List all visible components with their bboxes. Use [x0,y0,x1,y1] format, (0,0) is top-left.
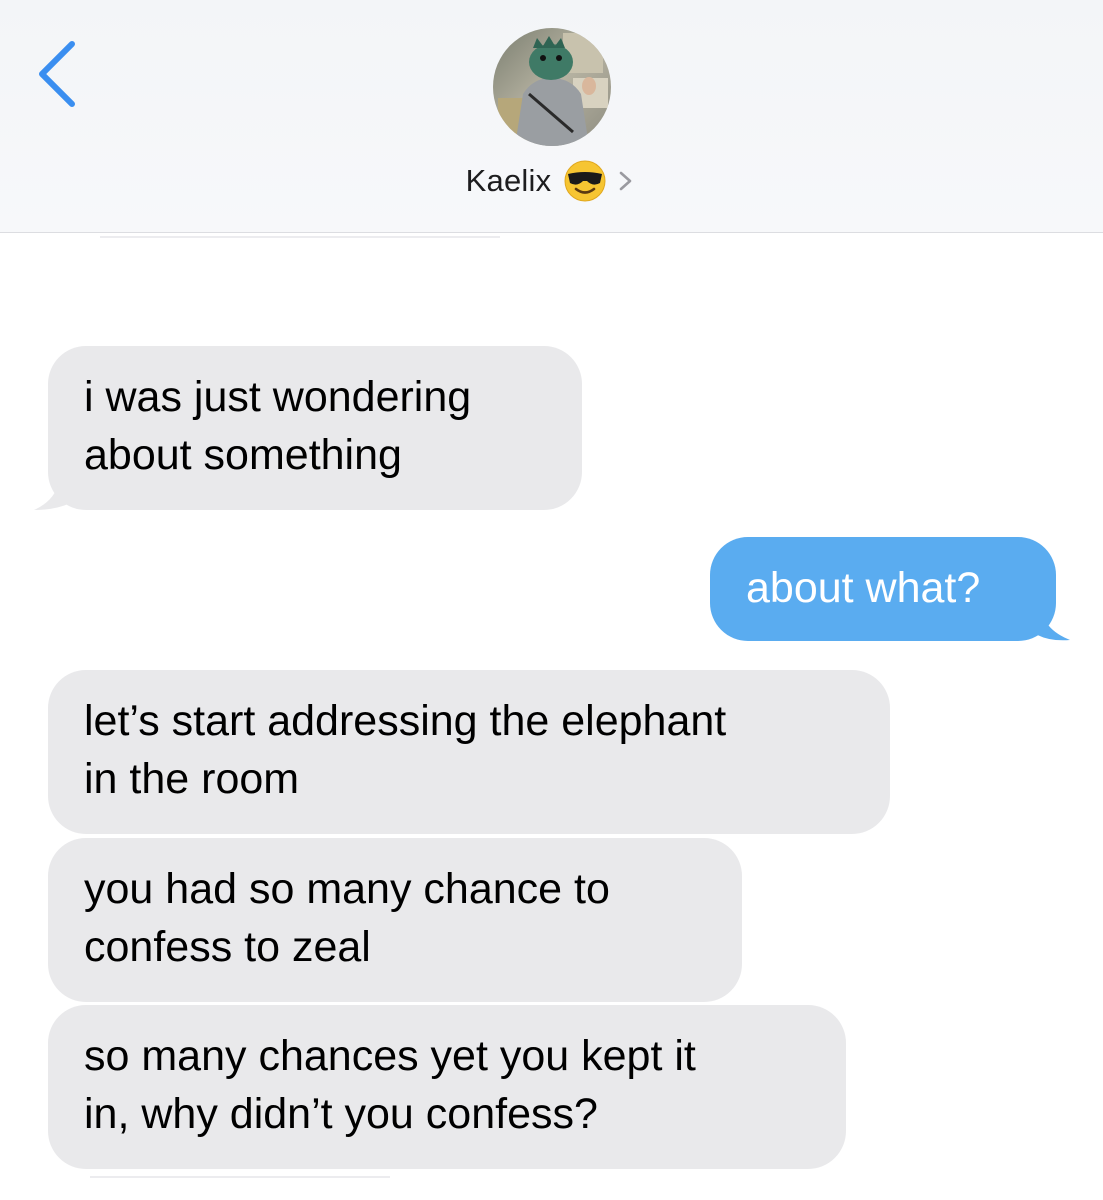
chevron-right-icon [615,166,637,196]
message-bubble-received[interactable]: you had so many chance to confess to zea… [48,838,742,1002]
smiling-face-with-sunglasses-icon [563,159,607,203]
message-bubble-received[interactable]: i was just wondering about something [48,346,582,510]
conversation-header: Kaelix [0,0,1103,233]
message-text: in the room [84,755,300,803]
message-text: you had so many chance to [84,865,610,913]
avatar-photo [493,28,611,146]
back-button[interactable] [30,40,90,110]
bubble-tail [34,478,76,510]
message-text: about something [84,431,402,479]
contact-avatar[interactable] [493,28,611,146]
message-text: i was just wondering [84,373,472,421]
message-text: about what? [746,564,981,612]
divider [100,236,500,238]
message-text: let’s start addressing the elephant [84,697,727,745]
message-text: so many chances yet you kept it [84,1032,696,1080]
bubble-tail [1030,610,1070,641]
contact-name: Kaelix [465,163,552,198]
message-bubble-received[interactable]: so many chances yet you kept it in, why … [48,1005,846,1169]
message-text: in, why didn’t you confess? [84,1090,598,1138]
message-bubble-sent[interactable]: about what? [710,537,1056,641]
chevron-left-icon [39,41,75,107]
contact-details-button[interactable]: Kaelix [0,158,1103,204]
divider [90,1176,390,1178]
message-text: confess to zeal [84,923,371,971]
message-bubble-received[interactable]: let’s start addressing the elephant in t… [48,670,890,834]
